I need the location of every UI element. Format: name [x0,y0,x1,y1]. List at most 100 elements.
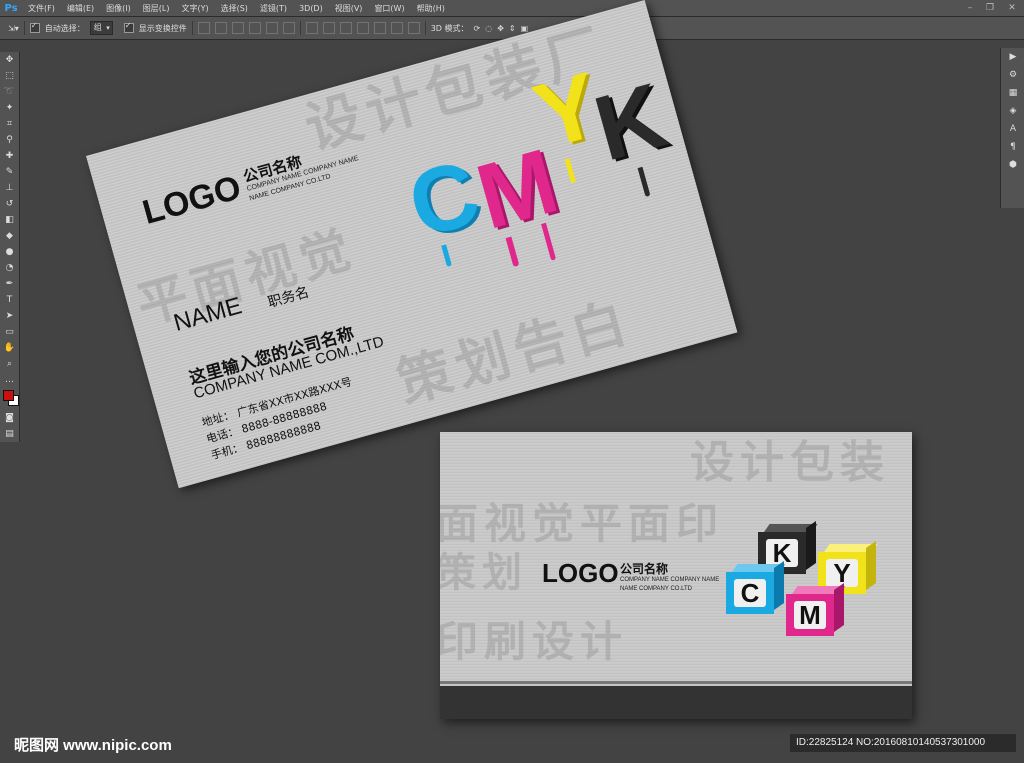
watermark-text: 策划告白 [390,289,639,416]
menu-edit[interactable]: 编辑(E) [61,3,100,14]
distribute-middle-icon[interactable] [322,22,335,34]
distribute-left-icon[interactable] [356,22,369,34]
menu-layer[interactable]: 图层(L) [137,3,176,14]
align-bottom-icon[interactable] [231,22,244,34]
watermark-text: 设计包装 [690,437,890,488]
more-tools-icon[interactable]: … [0,372,19,388]
align-right-icon[interactable] [282,22,295,34]
minimize-icon[interactable]: – [962,0,978,16]
tools-panel: ✥ ⬚ ➰ ✦ ⌗ ⚲ ✚ ✎ ⊥ ↺ ◧ ◆ ● ◔ ✒ T ➤ ▭ ✋ ⌕ … [0,52,20,442]
distribute-bottom-icon[interactable] [339,22,352,34]
cube-letter-m: M [794,600,826,630]
photoshop-logo: Ps [4,2,18,14]
separator [424,21,426,35]
healing-brush-icon[interactable]: ✚ [0,148,19,164]
dodge-tool-icon[interactable]: ◔ [0,260,19,276]
company-name-cn: 公司名称 [620,562,669,576]
back-business-card[interactable]: 设计包装 面视觉平面印 策划 印刷设计 LOGO 公司名称 COMPANY NA… [440,432,912,719]
3d-slide-icon[interactable]: ⇕ [509,24,516,33]
company-name-en-line2: NAME COMPANY CO.LTD [620,586,693,592]
actions-panel-icon[interactable]: ⚙ [1001,66,1024,84]
adjustments-panel-icon[interactable]: ▦ [1001,84,1024,102]
menu-image[interactable]: 图像(I) [100,3,137,14]
align-center-icon[interactable] [265,22,278,34]
eyedropper-icon[interactable]: ⚲ [0,132,19,148]
cube-side-face [834,582,844,632]
watermark-text: 印刷设计 [440,617,629,666]
menu-view[interactable]: 视图(V) [329,3,369,14]
restore-icon[interactable]: ❐ [982,0,998,16]
clone-stamp-icon[interactable]: ⊥ [0,180,19,196]
auto-select-label: 自动选择： [44,23,85,33]
menu-3d[interactable]: 3D(D) [293,4,329,13]
separator [299,21,301,35]
auto-select-checkbox[interactable] [29,21,40,33]
move-tool-icon[interactable]: ✥ [0,52,19,68]
shape-tool-icon[interactable]: ▭ [0,324,19,340]
auto-align-icon[interactable] [407,22,420,34]
history-brush-icon[interactable]: ↺ [0,196,19,212]
cube-m: M [786,582,846,644]
align-top-icon[interactable] [197,22,210,34]
marquee-tool-icon[interactable]: ⬚ [0,68,19,84]
cube-front-face: C [726,572,774,614]
cmyk-letter-k: K [584,64,676,181]
eraser-icon[interactable]: ◧ [0,212,19,228]
auto-select-dropdown[interactable]: 组 [89,21,113,35]
layers-panel-icon[interactable]: ◈ [1001,102,1024,120]
foreground-color-swatch[interactable] [3,390,14,401]
crop-tool-icon[interactable]: ⌗ [0,116,19,132]
watermark-text: 策划 [440,550,528,596]
align-left-icon[interactable] [248,22,261,34]
quick-mask-icon[interactable]: ◙ [0,410,19,426]
close-icon[interactable]: ✕ [1004,0,1020,16]
paint-bucket-icon[interactable]: ◆ [0,228,19,244]
separator [23,21,25,35]
cube-side-face [774,560,784,610]
cube-front-face: M [786,594,834,636]
cube-side-face [806,520,816,570]
menu-filter[interactable]: 滤镜(T) [254,3,293,14]
3d-scale-icon[interactable]: ▣ [521,24,529,33]
menu-help[interactable]: 帮助(H) [411,3,451,14]
menu-window[interactable]: 窗口(W) [368,3,410,14]
history-panel-icon[interactable]: ▶ [1001,48,1024,66]
menu-bar: Ps 文件(F) 编辑(E) 图像(I) 图层(L) 文字(Y) 选择(S) 滤… [0,0,1024,17]
3d-pan-icon[interactable]: ✥ [497,24,504,33]
zoom-tool-icon[interactable]: ⌕ [0,356,19,372]
company-name-en-line1: COMPANY NAME COMPANY NAME [620,577,720,583]
move-tool-icon[interactable]: ⇲▾ [8,24,19,33]
lasso-tool-icon[interactable]: ➰ [0,84,19,100]
distribute-top-icon[interactable] [305,22,318,34]
color-swatches[interactable] [0,388,19,410]
panels-dock: ▶ ⚙ ▦ ◈ A ¶ ⬢ [1000,48,1024,208]
3d-rotate-icon[interactable]: ⟳ [474,24,481,33]
image-id-watermark: ID:22825124 NO:20160810140537301000 [790,734,1016,752]
magic-wand-icon[interactable]: ✦ [0,100,19,116]
pen-tool-icon[interactable]: ✒ [0,276,19,292]
paragraph-panel-icon[interactable]: ¶ [1001,138,1024,156]
menu-file[interactable]: 文件(F) [22,3,61,14]
show-transform-checkbox[interactable] [123,21,134,33]
menu-type[interactable]: 文字(Y) [175,3,214,14]
blur-tool-icon[interactable]: ● [0,244,19,260]
distribute-center-icon[interactable] [373,22,386,34]
screen-mode-icon[interactable]: ▤ [0,426,19,442]
show-transform-label: 显示变换控件 [138,23,187,33]
bottom-stripe-band [440,686,912,719]
logo-text: LOGO [138,168,246,232]
3d-roll-icon[interactable]: ◌ [485,24,492,33]
menu-select[interactable]: 选择(S) [215,3,254,14]
distribute-right-icon[interactable] [390,22,403,34]
character-panel-icon[interactable]: A [1001,120,1024,138]
path-select-icon[interactable]: ➤ [0,308,19,324]
3d-panel-icon[interactable]: ⬢ [1001,156,1024,174]
bottom-stripe-thin [440,681,912,684]
hand-tool-icon[interactable]: ✋ [0,340,19,356]
cube-c: C [726,560,786,622]
brush-tool-icon[interactable]: ✎ [0,164,19,180]
front-business-card[interactable]: 设计包装厂 平面视觉 策划告白 LOGO 公司名称 COMPANY NAME C… [86,0,738,489]
type-tool-icon[interactable]: T [0,292,19,308]
cube-letter-c: C [734,578,766,608]
align-middle-icon[interactable] [214,22,227,34]
